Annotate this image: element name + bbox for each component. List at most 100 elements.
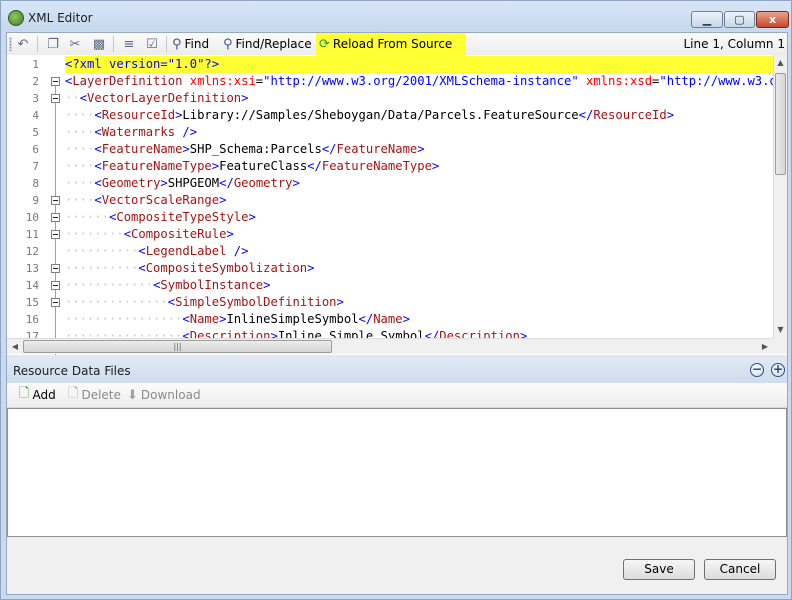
code-line[interactable]: <LayerDefinition xmlns:xsi="http://www.w… [65, 73, 773, 90]
code-line[interactable]: ····<FeatureNameType>FeatureClass</Featu… [65, 158, 439, 175]
collapse-icon[interactable]: − [750, 363, 764, 377]
line-number: 4 [32, 109, 39, 122]
xml-code-editor[interactable]: 1 2 3 4 5 6 7 8 9 10 11 12 13 14 15 16 17 <?xml version=… [7, 55, 787, 356]
code-area[interactable]: <?xml version="1.0"?> <LayerDefinition xm… [65, 55, 773, 338]
code-token: <?xml version="1.0"?> [65, 57, 220, 71]
code-line[interactable]: ····<ResourceId>Library://Samples/Sheboy… [65, 107, 674, 124]
reload-label: Reload From Source [332, 37, 453, 51]
code-token: CompositeRule [131, 227, 227, 241]
download-label: Download [140, 388, 201, 402]
code-line[interactable]: ··········<CompositeSymbolization> [65, 260, 315, 277]
code-token: SymbolInstance [160, 278, 264, 292]
code-line[interactable]: ····<FeatureName>SHP_Schema:Parcels</Fea… [65, 141, 425, 158]
resource-data-files-header: Resource Data Files − + [7, 359, 787, 383]
maximize-button[interactable]: ▢ [724, 11, 755, 28]
download-button[interactable]: ⬇ Download [127, 387, 201, 403]
code-token: > [402, 312, 410, 326]
expand-icon[interactable]: + [771, 363, 785, 377]
fold-collapse-icon[interactable] [51, 281, 60, 290]
indent-guide: ·········· [65, 261, 139, 275]
code-token: LegendLabel [145, 244, 227, 258]
fold-collapse-icon[interactable] [51, 213, 60, 222]
code-token: FeatureName [336, 142, 418, 156]
copy-icon[interactable]: ❐ [45, 36, 61, 52]
indent-guide: ·········· [65, 244, 139, 258]
code-token: LayerDefinition [72, 74, 183, 88]
code-token: Name [189, 312, 220, 326]
line-number: 13 [25, 262, 39, 275]
title-bar[interactable]: XML Editor ▁ ▢ x [1, 1, 791, 31]
cut-icon[interactable]: ✂ [67, 36, 83, 52]
toolbar-separator [166, 36, 167, 52]
save-button[interactable]: Save [623, 559, 695, 580]
fold-collapse-icon[interactable] [51, 230, 60, 239]
horizontal-scrollbar[interactable]: ◀ ||| ▶ [7, 338, 773, 354]
code-line[interactable]: ··<VectorLayerDefinition> [65, 90, 248, 107]
reload-from-source-button[interactable]: ⟳ Reload From Source [316, 33, 467, 55]
toolbar-separator [37, 36, 38, 52]
find-button[interactable]: ⚲ Find [172, 35, 209, 53]
indent-icon[interactable]: ≡ [121, 36, 137, 52]
vertical-scroll-thumb[interactable] [775, 73, 786, 175]
resource-file-list[interactable] [7, 408, 787, 537]
code-token: /> [226, 244, 249, 258]
code-token: < [94, 176, 102, 190]
code-token: < [94, 193, 102, 207]
line-number: 3 [32, 92, 39, 105]
code-line[interactable]: ····<Geometry>SHPGEOM</Geometry> [65, 175, 300, 192]
code-line[interactable]: ············<SymbolInstance> [65, 277, 270, 294]
code-line[interactable]: <?xml version="1.0"?> [65, 56, 219, 73]
code-token: Watermarks [101, 125, 176, 139]
code-token: < [94, 142, 102, 156]
scroll-down-arrow-icon[interactable]: ▼ [774, 322, 787, 338]
scroll-left-arrow-icon[interactable]: ◀ [7, 339, 23, 354]
code-token: > [248, 210, 256, 224]
minimize-button[interactable]: ▁ [691, 11, 723, 28]
find-replace-button[interactable]: ⚲ Find/Replace [223, 35, 312, 53]
code-line[interactable]: ················<Description>Inline Simp… [65, 328, 527, 338]
code-token: > [226, 227, 234, 241]
code-token: > [182, 142, 190, 156]
close-button[interactable]: x [756, 11, 789, 28]
code-token: Geometry [101, 176, 161, 190]
code-token: FeatureName [101, 142, 183, 156]
globe-icon [8, 10, 24, 26]
code-token: > [160, 176, 168, 190]
vertical-scrollbar[interactable]: ▲ ▼ [773, 55, 787, 338]
code-token: Description [439, 329, 520, 338]
code-token: > [519, 329, 528, 338]
code-line[interactable]: ················<Name>InlineSimpleSymbol… [65, 311, 410, 328]
code-line[interactable]: ········<CompositeRule> [65, 226, 234, 243]
code-token: < [167, 295, 176, 309]
code-token: </ [578, 108, 594, 122]
add-button[interactable]: 🗋 Add [19, 386, 56, 403]
find-label: Find [184, 37, 210, 51]
fold-collapse-icon[interactable] [51, 264, 60, 273]
code-token: FeatureNameType [321, 159, 432, 173]
fold-collapse-icon[interactable] [51, 298, 60, 307]
code-token: ResourceId [593, 108, 667, 122]
indent-guide: ········ [65, 227, 124, 241]
code-line[interactable]: ··············<SimpleSymbolDefinition> [65, 294, 344, 311]
code-line[interactable]: ····<VectorScaleRange> [65, 192, 226, 209]
code-line[interactable]: ····<Watermarks /> [65, 124, 197, 141]
code-line[interactable]: ··········<LegendLabel /> [65, 243, 248, 260]
undo-icon[interactable]: ↶ [15, 36, 31, 52]
validate-icon[interactable]: ☑ [144, 36, 160, 52]
indent-guide: ···· [65, 176, 95, 190]
fold-collapse-icon[interactable] [51, 196, 60, 205]
horizontal-scroll-thumb[interactable]: ||| [23, 340, 332, 353]
code-line[interactable]: ······<CompositeTypeStyle> [65, 209, 256, 226]
toolbar-grip[interactable] [9, 37, 12, 51]
scroll-up-arrow-icon[interactable]: ▲ [774, 55, 787, 71]
delete-button[interactable]: 🗋 Delete [68, 386, 121, 403]
paste-icon[interactable]: ▩ [91, 36, 107, 52]
xml-editor-window: XML Editor ▁ ▢ x ↶ ❐ ✂ ▩ ≡ ☑ ⚲ Find ⚲ Fi… [0, 0, 792, 600]
fold-collapse-icon[interactable] [51, 94, 60, 103]
scroll-right-arrow-icon[interactable]: ▶ [757, 339, 773, 354]
fold-collapse-icon[interactable] [51, 77, 60, 86]
code-token: < [94, 159, 102, 173]
cancel-button[interactable]: Cancel [704, 559, 776, 580]
